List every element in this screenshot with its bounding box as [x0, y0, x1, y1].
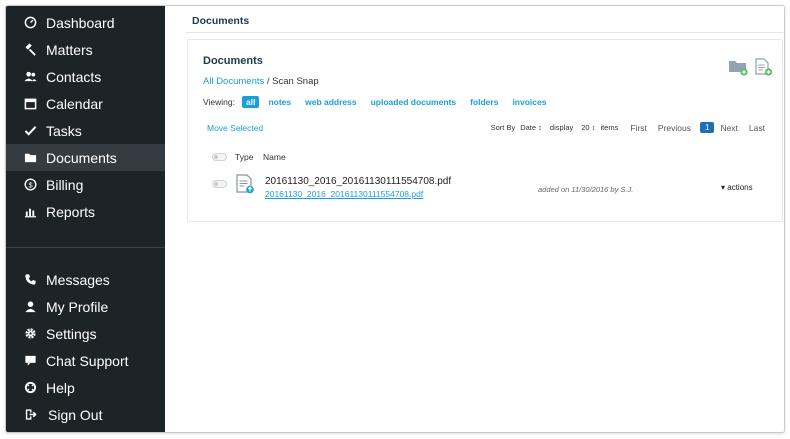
app-window: Dashboard Matters Contacts Calendar Task — [5, 5, 785, 433]
sidebar-item-label: Contacts — [46, 68, 102, 85]
pagination-current-page[interactable]: 1 — [699, 122, 715, 133]
added-info: added on 11/30/2016 by S.J. — [538, 185, 634, 194]
sidebar-item-label: My Profile — [46, 298, 109, 315]
sidebar-item-calendar[interactable]: Calendar — [6, 90, 165, 117]
filter-folders[interactable]: folders — [470, 97, 498, 107]
chat-icon — [23, 354, 37, 368]
display-select[interactable]: 20 ↕ — [581, 123, 595, 132]
column-header-name[interactable]: Name — [263, 152, 286, 162]
sidebar-item-tasks[interactable]: Tasks — [6, 117, 165, 144]
sidebar-divider — [6, 247, 165, 248]
panel-title: Documents — [203, 55, 263, 67]
column-header-type[interactable]: Type — [235, 152, 253, 162]
viewing-label: Viewing: — [203, 97, 235, 107]
documents-panel: Documents All Documents / Scan Snap View… — [187, 39, 783, 222]
contacts-icon — [23, 70, 37, 84]
sidebar-item-dashboard[interactable]: Dashboard — [6, 9, 165, 36]
checkmark-icon — [23, 124, 37, 138]
sidebar-item-billing[interactable]: $ Billing — [6, 171, 165, 198]
select-all-toggle[interactable] — [212, 153, 227, 161]
sidebar-item-settings[interactable]: Settings — [6, 320, 165, 347]
title-divider — [186, 32, 784, 33]
filter-invoices[interactable]: invoices — [512, 97, 546, 107]
sort-select[interactable]: Date ↕ — [520, 123, 542, 132]
sidebar-item-label: Chat Support — [46, 352, 129, 369]
calendar-icon — [23, 97, 37, 111]
pagination-previous[interactable]: Previous — [658, 123, 691, 133]
help-icon — [23, 381, 37, 395]
pagination-first[interactable]: First — [630, 123, 647, 133]
dollar-icon: $ — [23, 178, 37, 192]
gear-icon — [23, 327, 37, 341]
sidebar-item-chat-support[interactable]: Chat Support — [6, 347, 165, 374]
sidebar-item-help[interactable]: Help — [6, 374, 165, 401]
sidebar-item-label: Dashboard — [46, 14, 115, 31]
row-select-toggle[interactable] — [212, 180, 227, 188]
add-folder-icon[interactable] — [728, 58, 748, 76]
folder-icon — [23, 151, 37, 165]
sidebar-item-label: Matters — [46, 41, 93, 58]
filter-all[interactable]: all — [241, 96, 260, 108]
filter-web-address[interactable]: web address — [305, 97, 357, 107]
breadcrumb-root-link[interactable]: All Documents — [203, 76, 264, 87]
sidebar-item-matters[interactable]: Matters — [6, 36, 165, 63]
sidebar-item-label: Messages — [46, 271, 110, 288]
viewing-filters: Viewing: all notes web address uploaded … — [203, 96, 560, 108]
sidebar-item-label: Calendar — [46, 95, 103, 112]
filter-uploaded-documents[interactable]: uploaded documents — [371, 97, 456, 107]
breadcrumb-separator: / — [266, 76, 270, 87]
gavel-icon — [23, 43, 37, 57]
sidebar-item-label: Billing — [46, 176, 84, 193]
pagination-next[interactable]: Next — [720, 123, 737, 133]
sidebar-item-label: Reports — [46, 203, 96, 220]
phone-icon — [23, 273, 37, 287]
sidebar-item-label: Sign Out — [48, 406, 103, 423]
main-content: Documents Documents All Documents / Scan… — [165, 6, 784, 432]
svg-text:$: $ — [28, 180, 32, 189]
sidebar-item-label: Help — [46, 379, 75, 396]
add-document-icon[interactable] — [753, 58, 773, 76]
sign-out-icon — [23, 408, 37, 422]
list-controls: Sort By Date ↕ display 20 ↕ items First … — [491, 122, 765, 133]
filter-notes[interactable]: notes — [268, 97, 291, 107]
sidebar-item-sign-out[interactable]: Sign Out — [6, 401, 165, 428]
file-name: 20161130_2016_20161130111554708.pdf — [265, 176, 452, 187]
breadcrumb-current: Scan Snap — [272, 76, 319, 87]
sidebar-item-messages[interactable]: Messages — [6, 266, 165, 293]
sidebar-item-label: Documents — [46, 149, 117, 166]
display-suffix: items — [600, 123, 619, 132]
sidebar-item-reports[interactable]: Reports — [6, 198, 165, 225]
user-icon — [23, 300, 37, 314]
sidebar: Dashboard Matters Contacts Calendar Task — [6, 6, 165, 432]
page-title: Documents — [192, 15, 250, 27]
sidebar-item-contacts[interactable]: Contacts — [6, 63, 165, 90]
display-label: display — [549, 123, 574, 132]
breadcrumb: All Documents / Scan Snap — [203, 76, 319, 87]
bar-chart-icon — [23, 205, 37, 219]
sidebar-item-label: Tasks — [46, 122, 82, 139]
pagination-last[interactable]: Last — [749, 123, 765, 133]
actions-dropdown[interactable]: ▾ actions — [721, 183, 753, 192]
file-download-link[interactable]: 20161130_2016_20161130111554708.pdf — [265, 189, 423, 199]
sidebar-item-documents[interactable]: Documents — [6, 144, 165, 171]
sidebar-item-label: Settings — [46, 325, 97, 342]
move-selected-button[interactable]: Move Selected — [207, 123, 263, 133]
sidebar-item-my-profile[interactable]: My Profile — [6, 293, 165, 320]
pdf-document-icon — [236, 174, 254, 194]
sort-label: Sort By — [490, 123, 516, 132]
dashboard-icon — [23, 16, 37, 30]
